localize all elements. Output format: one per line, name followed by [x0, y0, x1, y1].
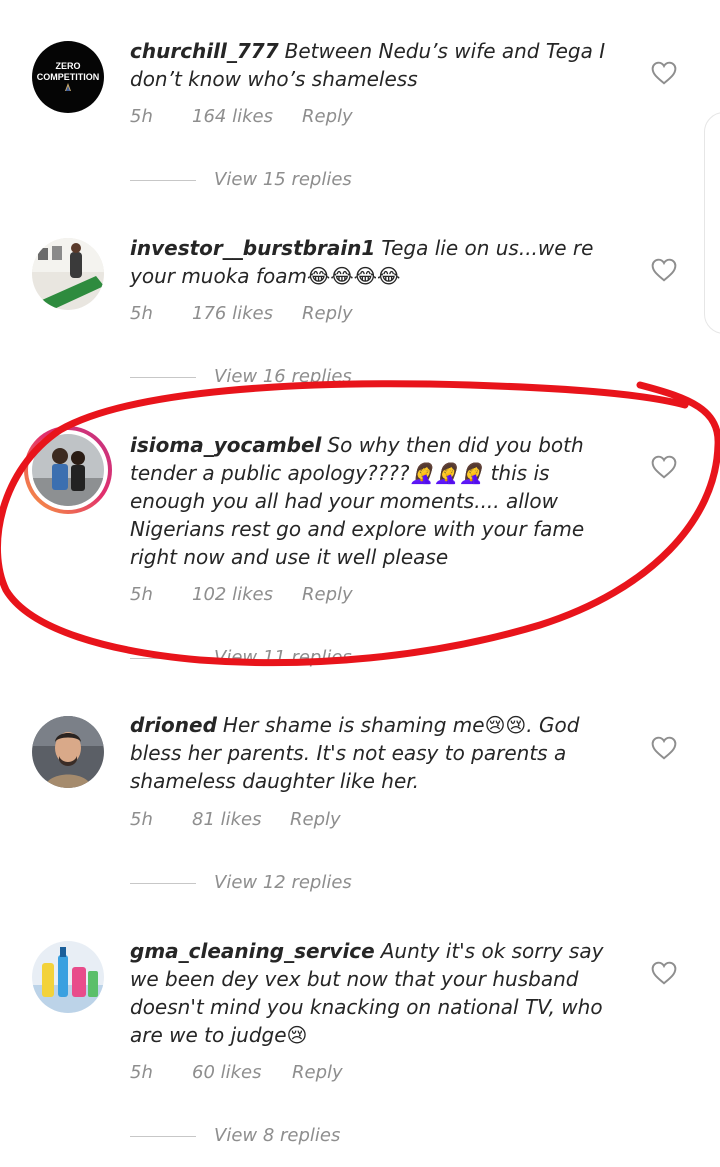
zero-competition-logo: ZERO COMPETITION [32, 41, 104, 113]
likes-count[interactable]: 176 likes [192, 303, 273, 324]
reply-button[interactable]: Reply [302, 584, 353, 605]
man-portrait-avatar [32, 716, 104, 788]
view-replies-label: View 12 replies [214, 872, 352, 893]
divider-line [130, 883, 196, 884]
comment-time: 5h [130, 1062, 153, 1083]
svg-text:ZERO: ZERO [55, 61, 80, 71]
reply-button[interactable]: Reply [302, 106, 353, 127]
avatar-isioma[interactable] [24, 426, 112, 514]
story-ring-avatar [32, 434, 104, 506]
view-replies-button[interactable]: View 16 replies [130, 366, 430, 390]
comment-time: 5h [130, 106, 153, 127]
view-replies-button[interactable]: View 11 replies [130, 647, 430, 671]
heart-outline-icon[interactable] [651, 961, 677, 985]
username[interactable]: churchill_777 [130, 39, 279, 63]
avatar-investor[interactable] [32, 238, 104, 310]
divider-line [130, 658, 196, 659]
comment-time: 5h [130, 303, 153, 324]
divider-line [130, 377, 196, 378]
cleaning-supplies-avatar [32, 941, 104, 1013]
username[interactable]: investor__burstbrain1 [130, 236, 375, 260]
divider-line [130, 1136, 196, 1137]
likes-count[interactable]: 60 likes [192, 1062, 262, 1083]
svg-text:COMPETITION: COMPETITION [37, 72, 100, 82]
room-photo-avatar [32, 238, 104, 310]
comment-body: isioma_yocambel So why then did you both … [130, 431, 625, 571]
comment-body: investor__burstbrain1 Tega lie on us...we… [130, 234, 625, 290]
view-replies-label: View 16 replies [214, 366, 352, 387]
username[interactable]: drioned [130, 713, 217, 737]
comment-body: gma_cleaning_service Aunty it's ok sorry … [130, 937, 625, 1049]
comment-time: 5h [130, 584, 153, 605]
comment-body: churchill_777 Between Nedu’s wife and Teg… [130, 37, 625, 93]
story-ring-inner [28, 430, 108, 510]
comment-time: 5h [130, 809, 153, 830]
heart-outline-icon[interactable] [651, 258, 677, 282]
heart-outline-icon[interactable] [651, 736, 677, 760]
likes-count[interactable]: 102 likes [192, 584, 273, 605]
likes-count[interactable]: 81 likes [192, 809, 262, 830]
view-replies-button[interactable]: View 8 replies [130, 1125, 430, 1149]
comment-body: drioned Her shame is shaming me😢😢. God bl… [130, 711, 625, 795]
avatar-gma-cleaning[interactable] [32, 941, 104, 1013]
view-replies-button[interactable]: View 15 replies [130, 169, 430, 193]
heart-outline-icon[interactable] [651, 61, 677, 85]
divider-line [130, 180, 196, 181]
avatar-drioned[interactable] [32, 716, 104, 788]
heart-outline-icon[interactable] [651, 455, 677, 479]
view-replies-label: View 8 replies [214, 1125, 341, 1146]
reply-button[interactable]: Reply [290, 809, 341, 830]
username[interactable]: isioma_yocambel [130, 433, 321, 457]
likes-count[interactable]: 164 likes [192, 106, 273, 127]
reply-button[interactable]: Reply [302, 303, 353, 324]
view-replies-button[interactable]: View 12 replies [130, 872, 430, 896]
username[interactable]: gma_cleaning_service [130, 939, 375, 963]
view-replies-label: View 15 replies [214, 169, 352, 190]
avatar-churchill[interactable]: ZERO COMPETITION [32, 41, 104, 113]
reply-button[interactable]: Reply [292, 1062, 343, 1083]
view-replies-label: View 11 replies [214, 647, 352, 668]
scroll-handle[interactable] [704, 112, 720, 334]
